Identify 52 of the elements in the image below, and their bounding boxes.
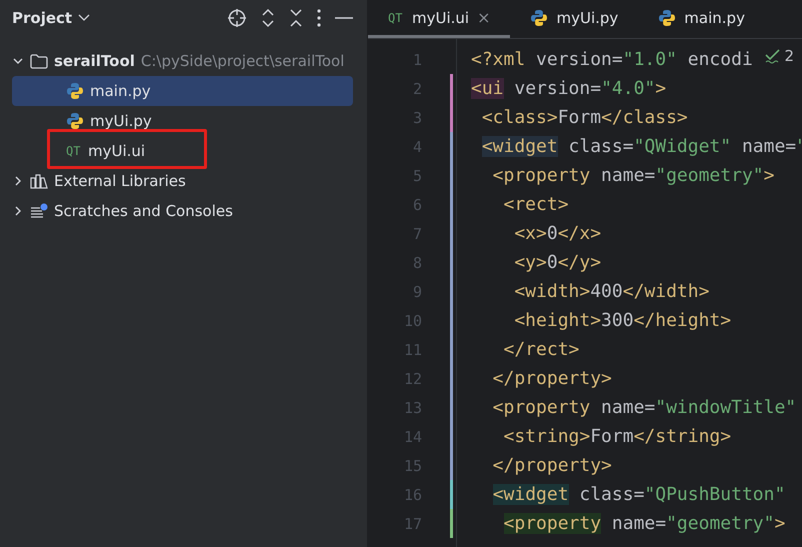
python-icon (66, 112, 84, 130)
code-line: <ui version="4.0"> (471, 77, 666, 101)
code-line: <property name="geometry"> (492, 164, 774, 188)
tree-item[interactable]: serailTool C:\pySide\project\serailTool (12, 46, 353, 76)
code-line: <widget class="QPushButton" (492, 483, 786, 507)
scratches-icon (30, 203, 48, 219)
code-line: <rect> (502, 193, 569, 217)
folder-path: C:\pySide\project\serailTool (140, 52, 344, 70)
editor-tab[interactable]: main.py (638, 0, 765, 38)
code-line: <property name="geometry"> (502, 512, 786, 536)
tree-item[interactable]: myUi.py (12, 106, 353, 136)
code-line: <height>300</height> (513, 309, 732, 333)
python-icon (66, 82, 84, 100)
expand-icon[interactable] (261, 8, 275, 28)
collapse-icon[interactable] (289, 8, 303, 28)
tree-item[interactable]: QT myUi.ui (12, 136, 353, 166)
python-icon (658, 8, 676, 26)
code-line: <x>0</x> (513, 222, 602, 246)
file-name: myUi.ui (88, 142, 146, 160)
code-line: <string>Form</string> (502, 425, 732, 449)
file-name: Scratches and Consoles (54, 202, 233, 220)
more-icon[interactable] (317, 9, 321, 27)
editor-tab[interactable]: myUi.py (510, 0, 638, 38)
code-line: </rect> (502, 338, 580, 362)
code-line: <width>400</width> (513, 280, 710, 304)
code-line: <widget class="QWidget" name=" (480, 135, 802, 159)
code-line: <?xml version="1.0" encodi (471, 48, 753, 72)
file-name: External Libraries (54, 172, 186, 190)
check-icon[interactable] (765, 48, 782, 64)
folder-icon (30, 54, 48, 68)
code-line: <y>0</y> (513, 251, 602, 275)
tree-item[interactable]: main.py (12, 76, 353, 106)
tree-item[interactable]: External Libraries (12, 166, 353, 196)
python-icon (530, 8, 548, 26)
tree-item[interactable]: Scratches and Consoles (12, 196, 353, 226)
editor-tab[interactable]: QT myUi.ui × (368, 0, 510, 38)
file-name: myUi.py (90, 112, 152, 130)
code-line: </property> (492, 367, 612, 391)
file-name: serailTool (54, 52, 135, 70)
file-name: main.py (90, 82, 151, 100)
dropdown-icon[interactable] (78, 14, 90, 22)
close-icon[interactable]: × (477, 8, 490, 27)
code-line: </property> (492, 454, 612, 478)
locate-icon[interactable] (227, 8, 247, 28)
qt-file-icon: QT (388, 10, 404, 24)
library-icon (30, 173, 48, 189)
panel-title[interactable]: Project (12, 9, 72, 27)
minimize-icon[interactable] (335, 16, 353, 20)
inspection-count[interactable]: 2 (784, 47, 794, 65)
code-line: <class>Form</class> (480, 106, 688, 130)
qt-file-icon: QT (66, 144, 82, 158)
code-line: <property name="windowTitle" (492, 396, 796, 420)
